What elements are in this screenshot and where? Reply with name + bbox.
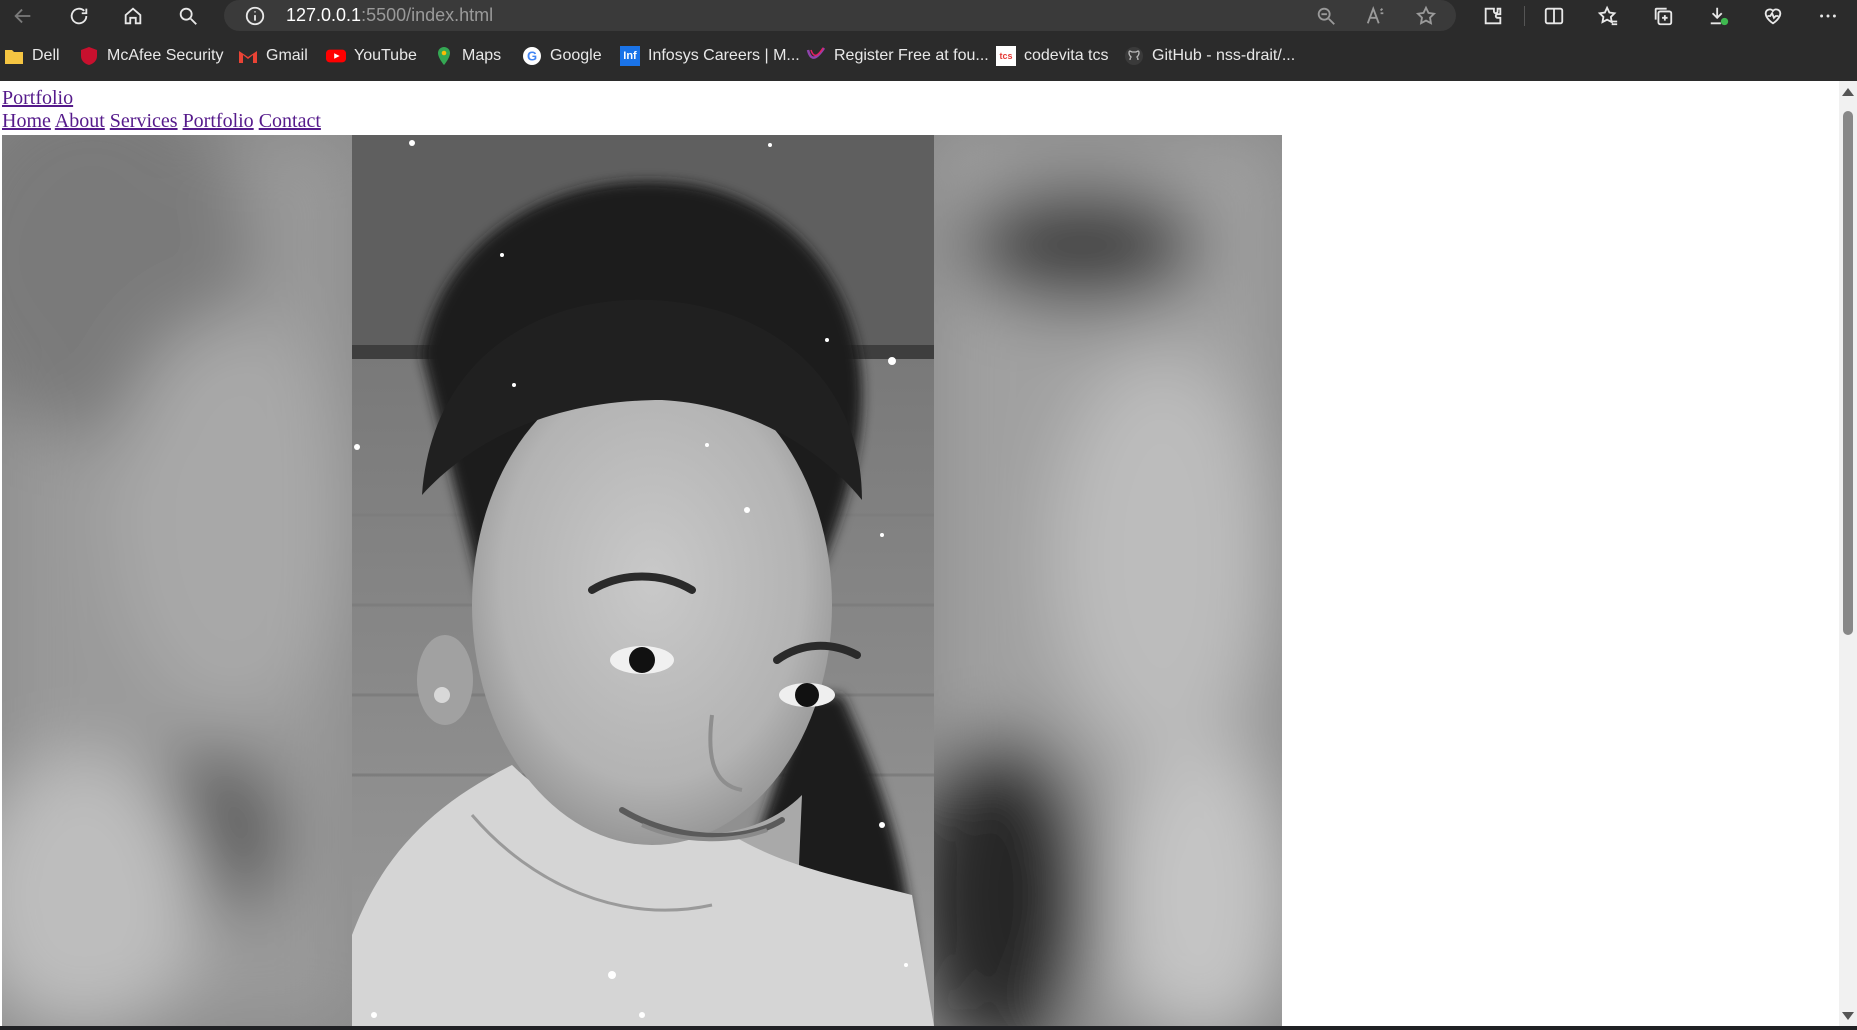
nav-home[interactable]: Home (2, 110, 51, 132)
favorite-star-icon[interactable] (1408, 0, 1444, 31)
url-host: 127.0.0.1 (286, 5, 362, 25)
bookmark-register[interactable]: Register Free at fou... (806, 31, 989, 81)
youtube-icon (326, 46, 346, 66)
scrollbar-thumb[interactable] (1843, 111, 1853, 635)
site-nav: Home About Services Portfolio Contact (2, 110, 1839, 133)
url-text[interactable]: 127.0.0.1:5500/index.html (286, 0, 493, 31)
profile-photo (2, 135, 1282, 1026)
info-icon[interactable] (244, 0, 266, 31)
downloads-icon[interactable] (1699, 0, 1739, 31)
svg-text:G: G (527, 49, 537, 64)
zoom-out-icon[interactable] (1308, 0, 1344, 31)
google-icon: G (522, 46, 542, 66)
page-scrollbar[interactable] (1839, 81, 1857, 1026)
site-logo-link[interactable]: Portfolio (2, 87, 73, 109)
more-menu-icon[interactable] (1808, 0, 1848, 31)
maps-pin-icon (434, 46, 454, 66)
home-icon[interactable] (113, 0, 153, 31)
mcafee-shield-icon (79, 46, 99, 66)
address-bar[interactable]: 127.0.0.1:5500/index.html (224, 0, 1456, 31)
github-icon (1124, 46, 1144, 66)
folder-icon (4, 46, 24, 66)
browser-essentials-icon[interactable] (1753, 0, 1793, 31)
search-icon[interactable] (168, 0, 208, 31)
bookmark-infosys[interactable]: Inf Infosys Careers | M... (620, 31, 800, 81)
bookmark-codevita[interactable]: tcs codevita tcs (996, 31, 1108, 81)
bookmark-label: Maps (462, 47, 502, 64)
bookmark-dell[interactable]: Dell (4, 31, 60, 81)
refresh-icon[interactable] (59, 0, 99, 31)
bookmark-label: Infosys Careers | M... (648, 47, 800, 64)
bookmark-label: codevita tcs (1024, 47, 1109, 64)
bookmark-label: YouTube (354, 47, 417, 64)
bookmark-label: McAfee Security (107, 47, 224, 64)
browser-toolbar: 127.0.0.1:5500/index.html (0, 0, 1857, 31)
swoosh-icon (806, 46, 826, 66)
tcs-icon: tcs (996, 46, 1016, 66)
read-aloud-icon[interactable] (1358, 0, 1394, 31)
gmail-icon (238, 46, 258, 66)
toolbar-divider (1524, 6, 1525, 26)
page-viewport: Portfolio Home About Services Portfolio … (0, 81, 1839, 1026)
bookmark-github[interactable]: GitHub - nss-drait/... (1124, 31, 1295, 81)
infosys-icon: Inf (620, 46, 640, 66)
bookmark-label: Dell (32, 47, 60, 64)
bookmark-label: GitHub - nss-drait/... (1152, 47, 1296, 64)
split-screen-icon[interactable] (1534, 0, 1574, 31)
url-path: :5500/index.html (361, 5, 494, 25)
bookmark-youtube[interactable]: YouTube (326, 31, 417, 81)
bookmark-label: Register Free at fou... (834, 47, 989, 64)
site-header: Portfolio (2, 81, 1839, 110)
nav-portfolio[interactable]: Portfolio (183, 110, 254, 132)
nav-contact[interactable]: Contact (259, 110, 321, 132)
bookmark-maps[interactable]: Maps (434, 31, 501, 81)
nav-services[interactable]: Services (110, 110, 178, 132)
scroll-down-arrow-icon[interactable] (1842, 1012, 1854, 1020)
nav-about[interactable]: About (55, 110, 105, 132)
extensions-icon[interactable] (1473, 0, 1513, 31)
bookmark-label: Gmail (266, 47, 308, 64)
bookmark-google[interactable]: G Google (522, 31, 602, 81)
bookmark-mcafee[interactable]: McAfee Security (79, 31, 223, 81)
scroll-up-arrow-icon[interactable] (1842, 88, 1854, 96)
bookmark-gmail[interactable]: Gmail (238, 31, 308, 81)
back-icon[interactable] (3, 0, 43, 31)
site-content: Portfolio Home About Services Portfolio … (0, 81, 1839, 133)
bookmark-label: Google (550, 47, 602, 64)
bookmarks-bar: Dell McAfee Security Gmail YouTube Maps … (0, 31, 1857, 81)
favorites-icon[interactable] (1588, 0, 1628, 31)
collections-icon[interactable] (1643, 0, 1683, 31)
